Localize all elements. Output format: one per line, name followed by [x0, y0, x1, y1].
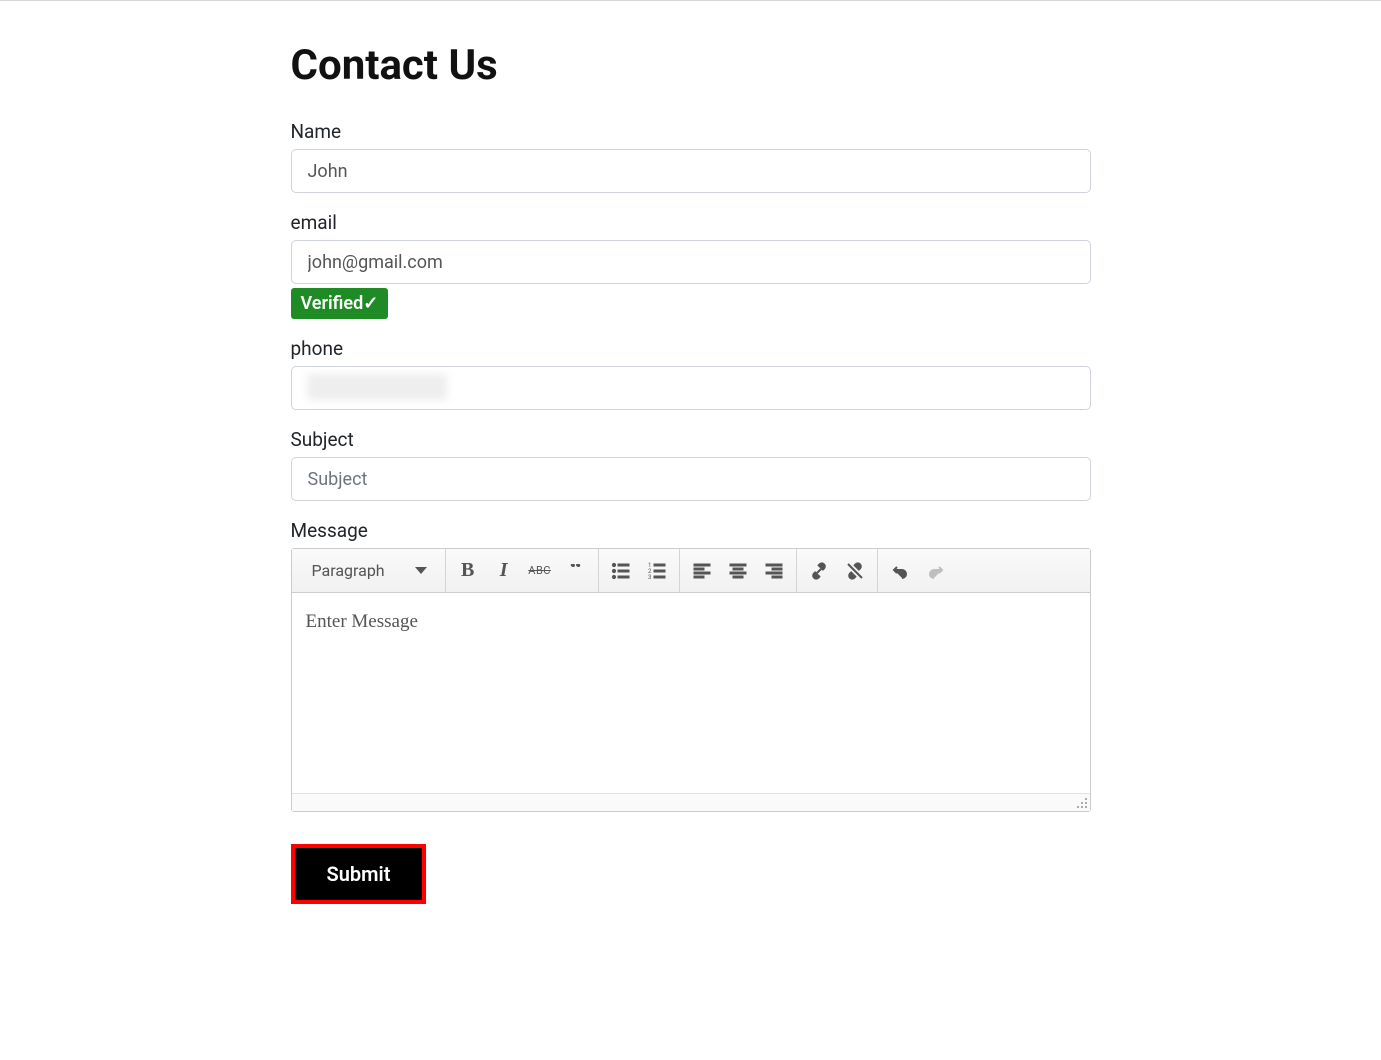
bullet-list-icon	[611, 561, 631, 581]
align-center-icon	[728, 561, 748, 581]
unlink-button[interactable]	[838, 554, 872, 588]
align-right-button[interactable]	[757, 554, 791, 588]
blockquote-button[interactable]: “	[559, 554, 593, 588]
bullet-list-button[interactable]	[604, 554, 638, 588]
phone-label: phone	[291, 337, 1091, 360]
unlink-icon	[845, 561, 865, 581]
align-right-icon	[764, 561, 784, 581]
redo-icon	[926, 561, 946, 581]
phone-input[interactable]	[291, 366, 1091, 410]
message-label: Message	[291, 519, 1091, 542]
svg-text:3: 3	[648, 574, 651, 581]
editor-statusbar	[292, 793, 1090, 811]
strikethrough-button[interactable]: ABC	[523, 554, 557, 588]
editor-toolbar: Paragraph B I ABC “ 123	[292, 549, 1090, 593]
message-placeholder: Enter Message	[306, 611, 418, 632]
align-left-icon	[692, 561, 712, 581]
submit-button[interactable]: Submit	[291, 844, 427, 904]
numbered-list-icon: 123	[647, 561, 667, 581]
subject-label: Subject	[291, 428, 1091, 451]
numbered-list-button[interactable]: 123	[640, 554, 674, 588]
verified-badge: Verified✓	[291, 288, 389, 319]
name-input[interactable]	[291, 149, 1091, 193]
undo-button[interactable]	[883, 554, 917, 588]
align-left-button[interactable]	[685, 554, 719, 588]
chevron-down-icon	[415, 567, 427, 574]
format-select-label: Paragraph	[312, 561, 385, 580]
resize-grip-icon[interactable]	[1074, 795, 1088, 809]
quote-icon: “	[570, 564, 582, 578]
rich-text-editor: Paragraph B I ABC “ 123	[291, 548, 1091, 812]
format-select[interactable]: Paragraph	[296, 549, 441, 592]
bold-button[interactable]: B	[451, 554, 485, 588]
subject-input[interactable]	[291, 457, 1091, 501]
email-label: email	[291, 211, 1091, 234]
message-editor[interactable]: Enter Message	[292, 593, 1090, 793]
name-label: Name	[291, 120, 1091, 143]
link-icon	[809, 561, 829, 581]
email-input[interactable]	[291, 240, 1091, 284]
redo-button[interactable]	[919, 554, 953, 588]
strikethrough-icon: ABC	[528, 564, 551, 577]
italic-button[interactable]: I	[487, 554, 521, 588]
page-title: Contact Us	[291, 41, 1091, 90]
align-center-button[interactable]	[721, 554, 755, 588]
bold-icon: B	[461, 559, 474, 582]
undo-icon	[890, 561, 910, 581]
link-button[interactable]	[802, 554, 836, 588]
italic-icon: I	[500, 559, 508, 582]
